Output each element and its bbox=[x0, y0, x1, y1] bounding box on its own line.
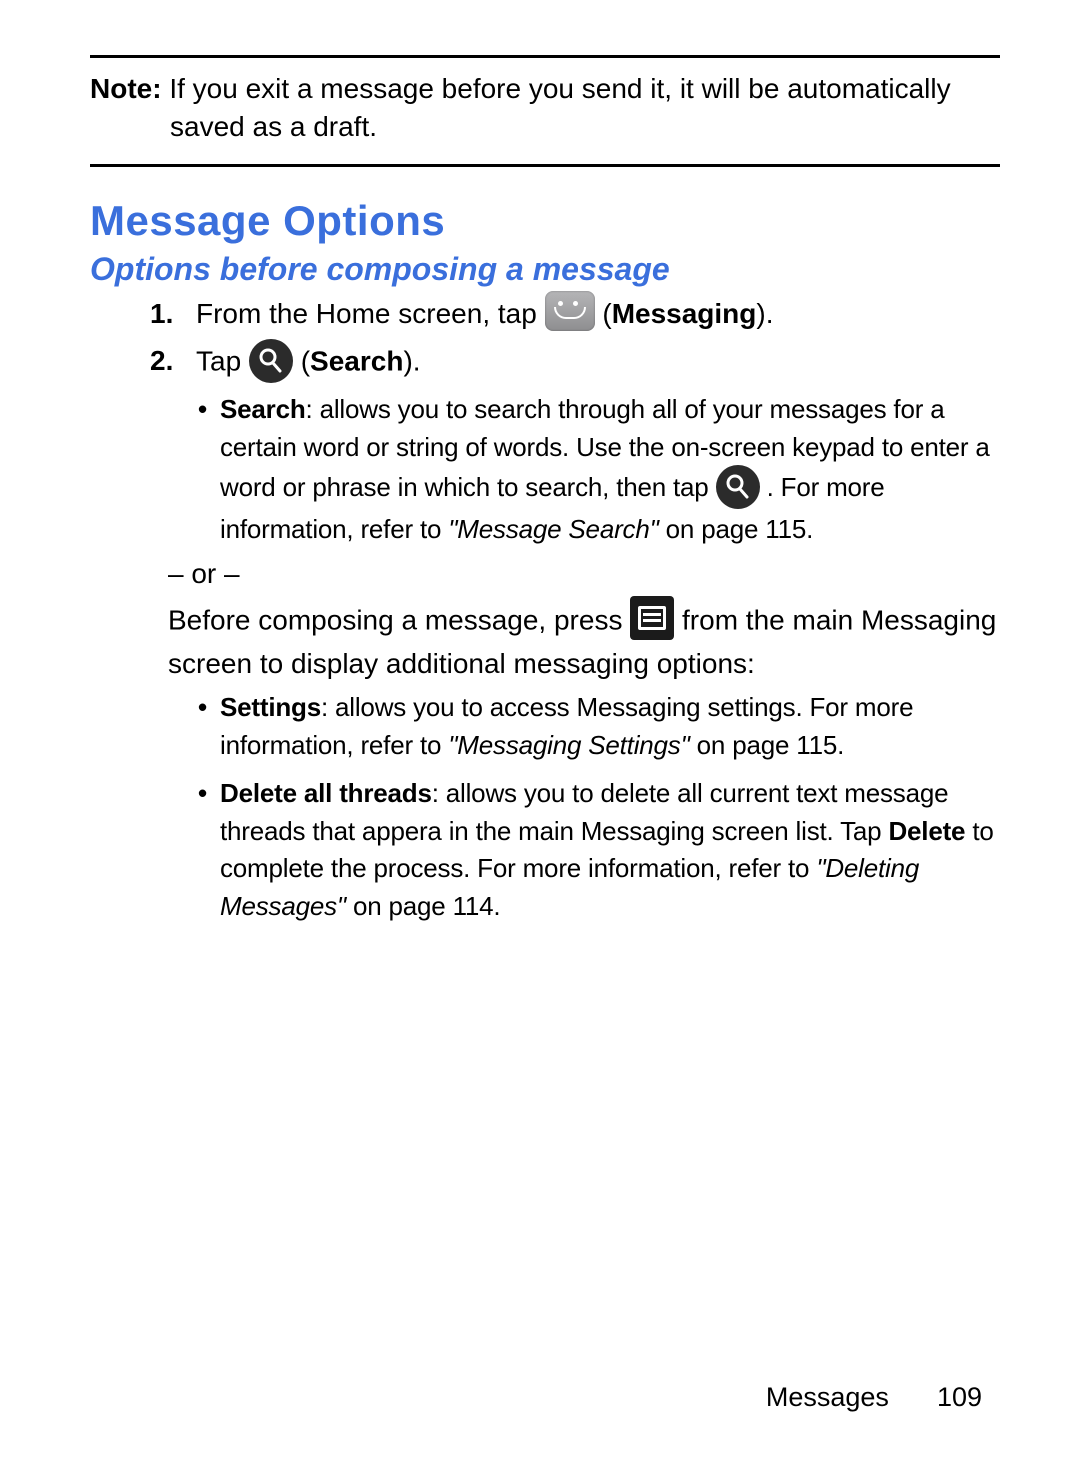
step2-bold: Search bbox=[310, 346, 403, 377]
search-icon bbox=[249, 339, 293, 383]
bullet-delete-text3: on page 114. bbox=[346, 891, 501, 921]
bullet-search-text3: on page 115. bbox=[659, 514, 814, 544]
messaging-icon bbox=[545, 291, 595, 331]
footer-page-number: 109 bbox=[937, 1382, 982, 1413]
bullet-delete: • Delete all threads: allows you to dele… bbox=[198, 775, 1000, 926]
step-number: 1. bbox=[150, 294, 196, 333]
continuation-before: Before composing a message, press bbox=[168, 605, 630, 636]
section-heading: Message Options bbox=[90, 197, 1000, 245]
step2-text-before: Tap bbox=[196, 346, 249, 377]
step1-paren-open: ( bbox=[602, 298, 611, 329]
step-1: 1. From the Home screen, tap (Messaging)… bbox=[150, 294, 1000, 336]
menu-icon bbox=[630, 596, 674, 640]
bullet-settings-lead: Settings bbox=[220, 692, 321, 722]
document-page: Note: If you exit a message before you s… bbox=[0, 0, 1080, 1465]
note-block: Note: If you exit a message before you s… bbox=[90, 58, 1000, 164]
or-separator: – or – bbox=[168, 558, 1000, 590]
bullet-search-lead: Search bbox=[220, 394, 306, 424]
step1-text-before: From the Home screen, tap bbox=[196, 298, 545, 329]
step-2: 2. Tap (Search). bbox=[150, 341, 1000, 385]
footer-section: Messages bbox=[766, 1382, 889, 1413]
bullet-delete-lead: Delete all threads bbox=[220, 778, 432, 808]
bullet-mark: • bbox=[198, 775, 220, 926]
step1-bold: Messaging bbox=[612, 298, 757, 329]
continuation-text: Before composing a message, press from t… bbox=[168, 600, 1000, 683]
note-label: Note: bbox=[90, 73, 162, 104]
bullet-mark: • bbox=[198, 689, 220, 764]
bullet-search: • Search: allows you to search through a… bbox=[198, 391, 1000, 548]
step1-paren-close: ). bbox=[756, 298, 773, 329]
divider-bottom bbox=[90, 164, 1000, 167]
bullet-settings-text2: on page 115. bbox=[690, 730, 845, 760]
bullet-search-ref: "Message Search" bbox=[448, 514, 658, 544]
step2-paren-close: ). bbox=[403, 346, 420, 377]
subsection-heading: Options before composing a message bbox=[90, 251, 1000, 288]
step2-paren-open: ( bbox=[301, 346, 310, 377]
step-number: 2. bbox=[150, 341, 196, 380]
page-footer: Messages 109 bbox=[766, 1382, 982, 1413]
search-icon bbox=[716, 465, 760, 509]
note-text: If you exit a message before you send it… bbox=[162, 73, 951, 142]
bullet-settings: • Settings: allows you to access Messagi… bbox=[198, 689, 1000, 764]
bullet-delete-inline-bold: Delete bbox=[888, 816, 965, 846]
bullet-mark: • bbox=[198, 391, 220, 548]
bullet-settings-ref: "Messaging Settings" bbox=[448, 730, 689, 760]
